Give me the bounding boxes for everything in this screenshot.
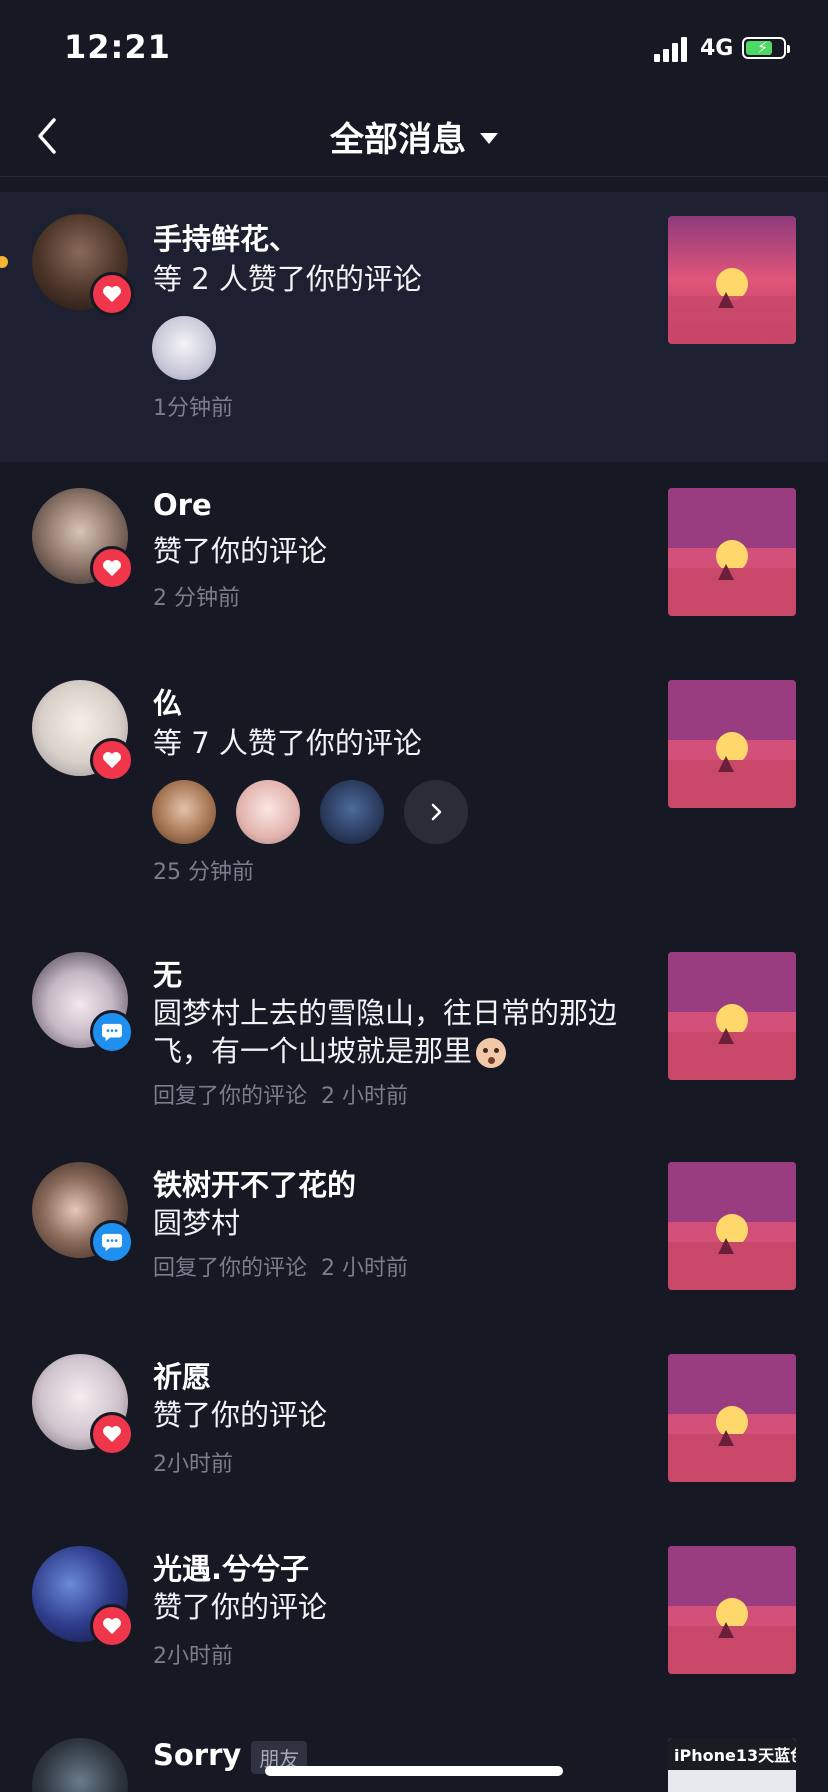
message-text: 圆梦村上去的雪隐山，往日常的那边飞，有一个山坡就是那里 — [153, 994, 643, 1070]
post-thumbnail[interactable] — [668, 216, 796, 344]
message-time: 25 分钟前 — [153, 860, 254, 885]
sender-name-text: Sorry — [153, 1738, 242, 1772]
message-time: 2 分钟前 — [153, 586, 240, 611]
sunset-thumbnail-image — [668, 1162, 796, 1290]
message-time: 2 小时前 — [321, 1084, 409, 1109]
message-time: 2小时前 — [153, 1644, 233, 1669]
post-thumbnail[interactable] — [668, 680, 796, 808]
like-badge — [90, 272, 134, 316]
reply-label: 回复了你的评论 — [153, 1256, 308, 1281]
thumbnail-caption: iPhone13天蓝色 — [668, 1738, 796, 1770]
caret-down-icon — [480, 133, 498, 144]
message-text-content: 圆梦村上去的雪隐山，往日常的那边飞，有一个山坡就是那里 — [153, 996, 618, 1068]
message-text: 等 2 人赞了你的评论 — [153, 262, 422, 296]
post-thumbnail[interactable] — [668, 1546, 796, 1674]
reply-label: 回复了你的评论 — [153, 1084, 308, 1109]
message-text: 赞了你的评论 — [153, 1590, 328, 1624]
post-thumbnail[interactable]: iPhone13天蓝色 — [668, 1738, 796, 1792]
liker-avatar[interactable] — [152, 780, 216, 844]
sender-name[interactable]: 光遇.兮兮子 — [153, 1546, 309, 1588]
post-thumbnail[interactable] — [668, 1354, 796, 1482]
heart-icon — [103, 1426, 121, 1443]
sunset-thumbnail-image — [668, 488, 796, 616]
reply-badge — [90, 1220, 134, 1264]
heart-icon — [103, 560, 121, 577]
status-time: 12:21 — [64, 28, 171, 66]
sender-name[interactable]: 无 — [153, 952, 182, 994]
home-indicator — [265, 1766, 563, 1776]
sunset-thumbnail-image — [668, 1546, 796, 1674]
message-filter-dropdown[interactable]: 全部消息 — [0, 112, 828, 161]
sunset-thumbnail-image — [668, 680, 796, 808]
sender-name[interactable]: Ore — [153, 488, 212, 522]
signal-icon — [654, 36, 690, 62]
sunset-thumbnail-image — [668, 952, 796, 1080]
message-text: 等 7 人赞了你的评论 — [153, 726, 422, 760]
message-meta: 回复了你的评论 2 小时前 — [153, 1250, 408, 1282]
post-thumbnail[interactable] — [668, 952, 796, 1080]
list-item[interactable]: Ore 赞了你的评论 2 分钟前 — [0, 478, 828, 638]
list-item[interactable]: 无 圆梦村上去的雪隐山，往日常的那边飞，有一个山坡就是那里 回复了你的评论 2 小… — [0, 938, 828, 1118]
page-title: 全部消息 — [330, 120, 466, 160]
liker-avatar[interactable] — [236, 780, 300, 844]
list-item[interactable]: 祈愿 赞了你的评论 2小时前 — [0, 1340, 828, 1500]
list-item[interactable]: Sorry 朋友 iPhone13天蓝色 — [0, 1724, 828, 1792]
heart-icon — [103, 752, 121, 769]
network-type: 4G — [700, 36, 734, 61]
heart-icon — [103, 1618, 121, 1635]
like-badge — [90, 1604, 134, 1648]
message-text: 赞了你的评论 — [153, 534, 328, 568]
status-bar: 12:21 4G ⚡ — [0, 0, 828, 100]
sunset-thumbnail-image — [668, 216, 796, 344]
chat-bubble-icon — [102, 1023, 122, 1042]
avatar[interactable] — [32, 1738, 128, 1792]
list-item[interactable]: 仫 等 7 人赞了你的评论 25 分钟前 — [0, 668, 828, 898]
sender-name[interactable]: 铁树开不了花的 — [153, 1162, 356, 1204]
list-item[interactable]: 铁树开不了花的 圆梦村 回复了你的评论 2 小时前 — [0, 1148, 828, 1308]
post-thumbnail[interactable] — [668, 1162, 796, 1290]
message-meta: 回复了你的评论 2 小时前 — [153, 1078, 408, 1110]
list-item[interactable]: 手持鲜花、 等 2 人赞了你的评论 1分钟前 — [0, 192, 828, 462]
nav-bar: 全部消息 — [0, 100, 828, 177]
liker-avatar[interactable] — [152, 316, 216, 380]
message-time: 1分钟前 — [153, 396, 233, 421]
sender-name[interactable]: 祈愿 — [153, 1354, 211, 1396]
battery-icon: ⚡ — [742, 37, 790, 59]
list-item[interactable]: 光遇.兮兮子 赞了你的评论 2小时前 — [0, 1532, 828, 1692]
reply-badge — [90, 1010, 134, 1054]
heart-icon — [103, 286, 121, 303]
liker-avatar[interactable] — [320, 780, 384, 844]
like-badge — [90, 738, 134, 782]
sender-name[interactable]: 手持鲜花、 — [153, 216, 298, 258]
startled-face-emoji-icon — [476, 1038, 507, 1068]
message-time: 2 小时前 — [321, 1256, 409, 1281]
like-badge — [90, 546, 134, 590]
chat-bubble-icon — [102, 1233, 122, 1252]
message-time: 2小时前 — [153, 1452, 233, 1477]
message-text: 赞了你的评论 — [153, 1398, 328, 1432]
like-badge — [90, 1412, 134, 1456]
message-text: 圆梦村 — [153, 1206, 241, 1240]
sender-name[interactable]: 仫 — [153, 680, 182, 722]
post-thumbnail[interactable] — [668, 488, 796, 616]
chevron-right-icon — [431, 803, 442, 821]
more-likers-button[interactable] — [404, 780, 468, 844]
sunset-thumbnail-image — [668, 1354, 796, 1482]
